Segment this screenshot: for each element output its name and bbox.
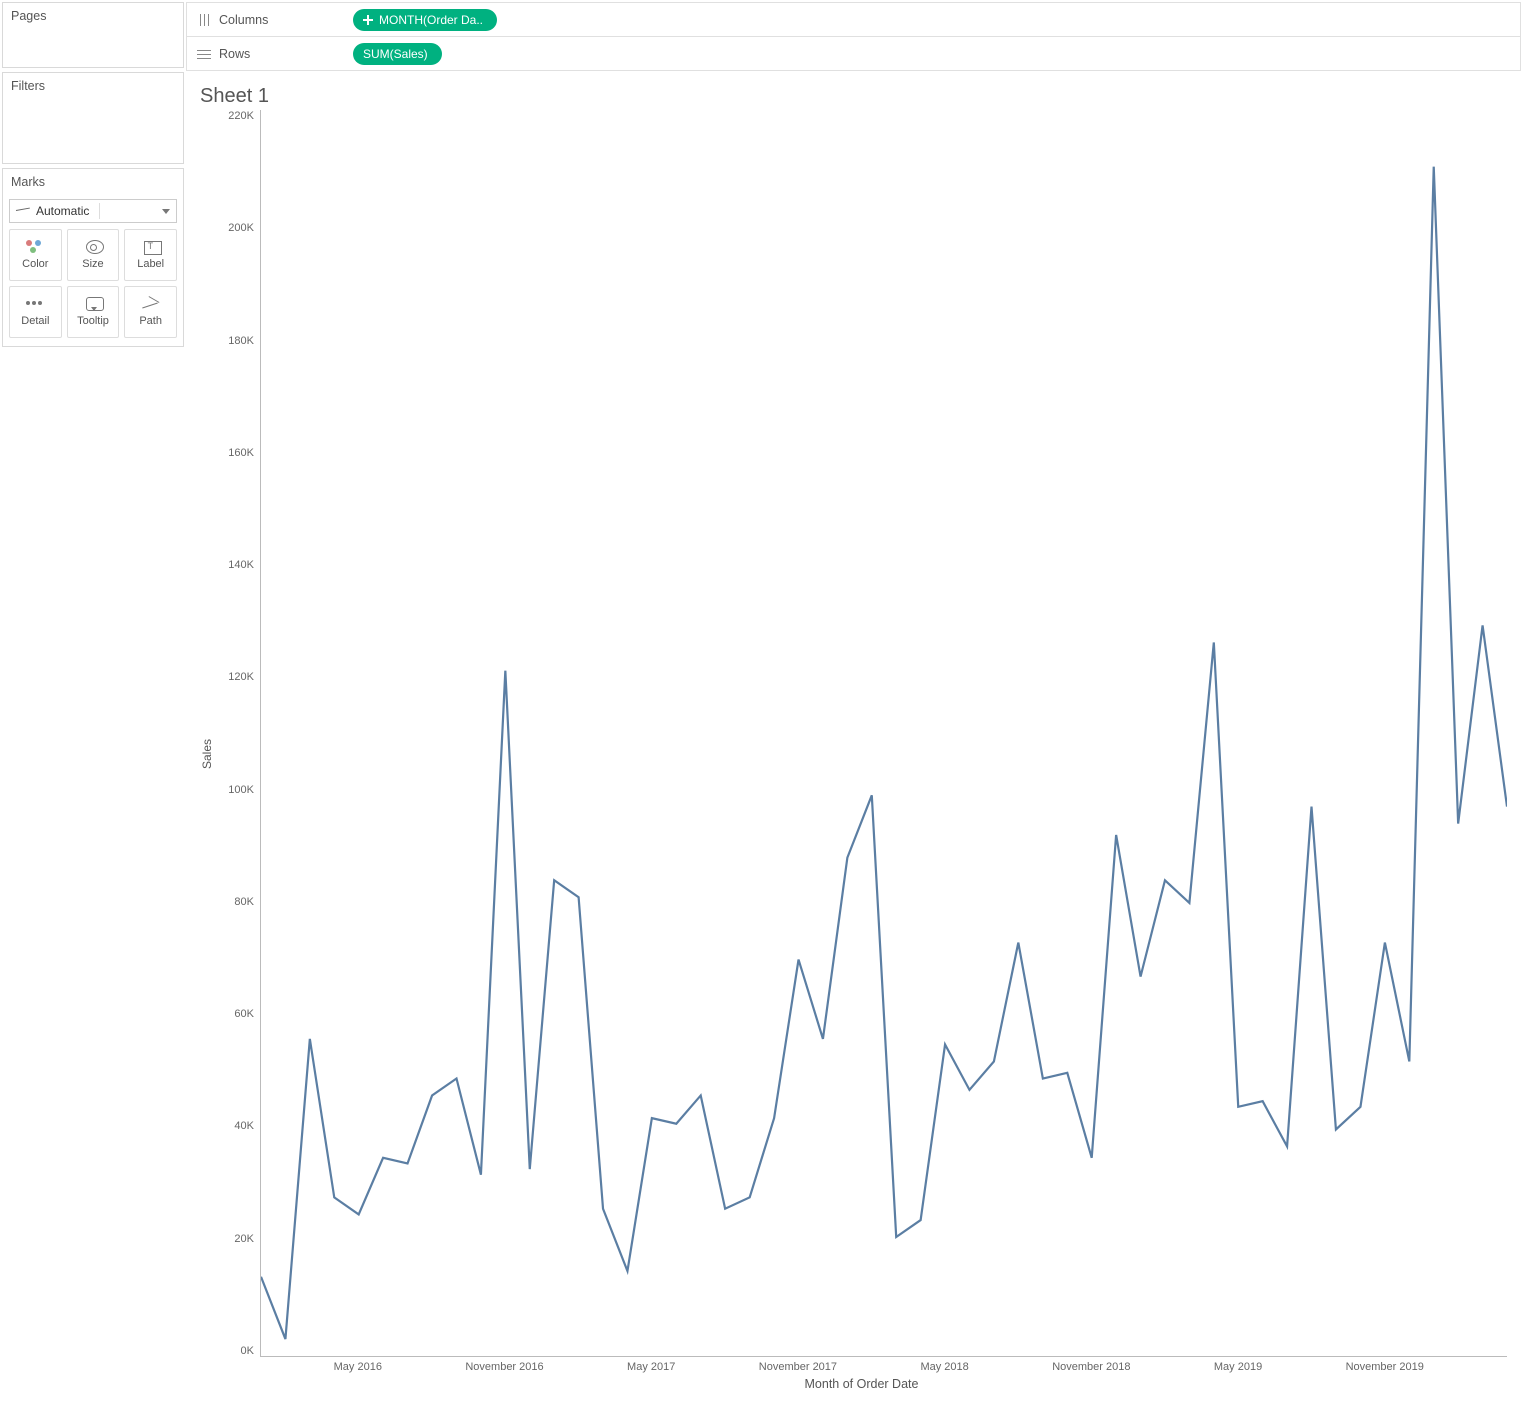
marks-label: Marks (3, 169, 183, 195)
line-chart-icon (16, 206, 30, 216)
x-axis-ticks: May 2016November 2016May 2017November 20… (260, 1357, 1507, 1373)
sheet-title[interactable]: Sheet 1 (200, 85, 1507, 108)
rows-pill-sum-sales[interactable]: SUM(Sales) (353, 43, 442, 65)
label-icon (144, 241, 162, 255)
pages-label: Pages (3, 3, 183, 29)
marks-card: Marks Automatic Color Size Label Detail (2, 168, 184, 347)
columns-icon (197, 14, 211, 26)
mark-type-value: Automatic (36, 204, 89, 218)
x-axis-title[interactable]: Month of Order Date (216, 1373, 1507, 1397)
tooltip-icon (86, 297, 104, 311)
side-panels: Pages Filters Marks Automatic Color Size… (0, 0, 186, 857)
tooltip-shelf-button[interactable]: Tooltip (67, 286, 120, 338)
path-shelf-button[interactable]: Path (124, 286, 177, 338)
filters-label: Filters (3, 73, 183, 99)
rows-shelf-label: Rows (219, 47, 250, 61)
columns-shelf[interactable]: Columns MONTH(Order Da.. (186, 2, 1521, 36)
y-axis-ticks: 220K200K180K160K140K120K100K80K60K40K20K… (216, 110, 260, 1357)
viz-canvas: Sheet 1 Sales 220K200K180K160K140K120K10… (186, 71, 1521, 1405)
y-axis-title[interactable]: Sales (198, 704, 216, 804)
worksheet-area: Columns MONTH(Order Da.. Rows SUM(Sales)… (186, 0, 1521, 857)
filters-card[interactable]: Filters (2, 72, 184, 164)
columns-pill-month-order-date[interactable]: MONTH(Order Da.. (353, 9, 497, 31)
detail-shelf-button[interactable]: Detail (9, 286, 62, 338)
rows-shelf[interactable]: Rows SUM(Sales) (186, 36, 1521, 70)
label-shelf-button[interactable]: Label (124, 229, 177, 281)
columns-shelf-label: Columns (219, 13, 268, 27)
color-icon (26, 240, 44, 254)
pages-card[interactable]: Pages (2, 2, 184, 68)
column-row-shelves: Columns MONTH(Order Da.. Rows SUM(Sales) (186, 0, 1521, 71)
expand-icon (363, 15, 373, 25)
size-shelf-button[interactable]: Size (67, 229, 120, 281)
marks-shelf-grid: Color Size Label Detail Tooltip Path (3, 229, 183, 338)
line-chart[interactable] (260, 110, 1507, 1357)
detail-icon (26, 297, 44, 311)
mark-type-dropdown[interactable]: Automatic (9, 199, 177, 223)
rows-icon (197, 48, 211, 60)
size-icon (86, 240, 104, 254)
color-shelf-button[interactable]: Color (9, 229, 62, 281)
chevron-down-icon (162, 209, 170, 214)
path-icon (142, 297, 160, 311)
